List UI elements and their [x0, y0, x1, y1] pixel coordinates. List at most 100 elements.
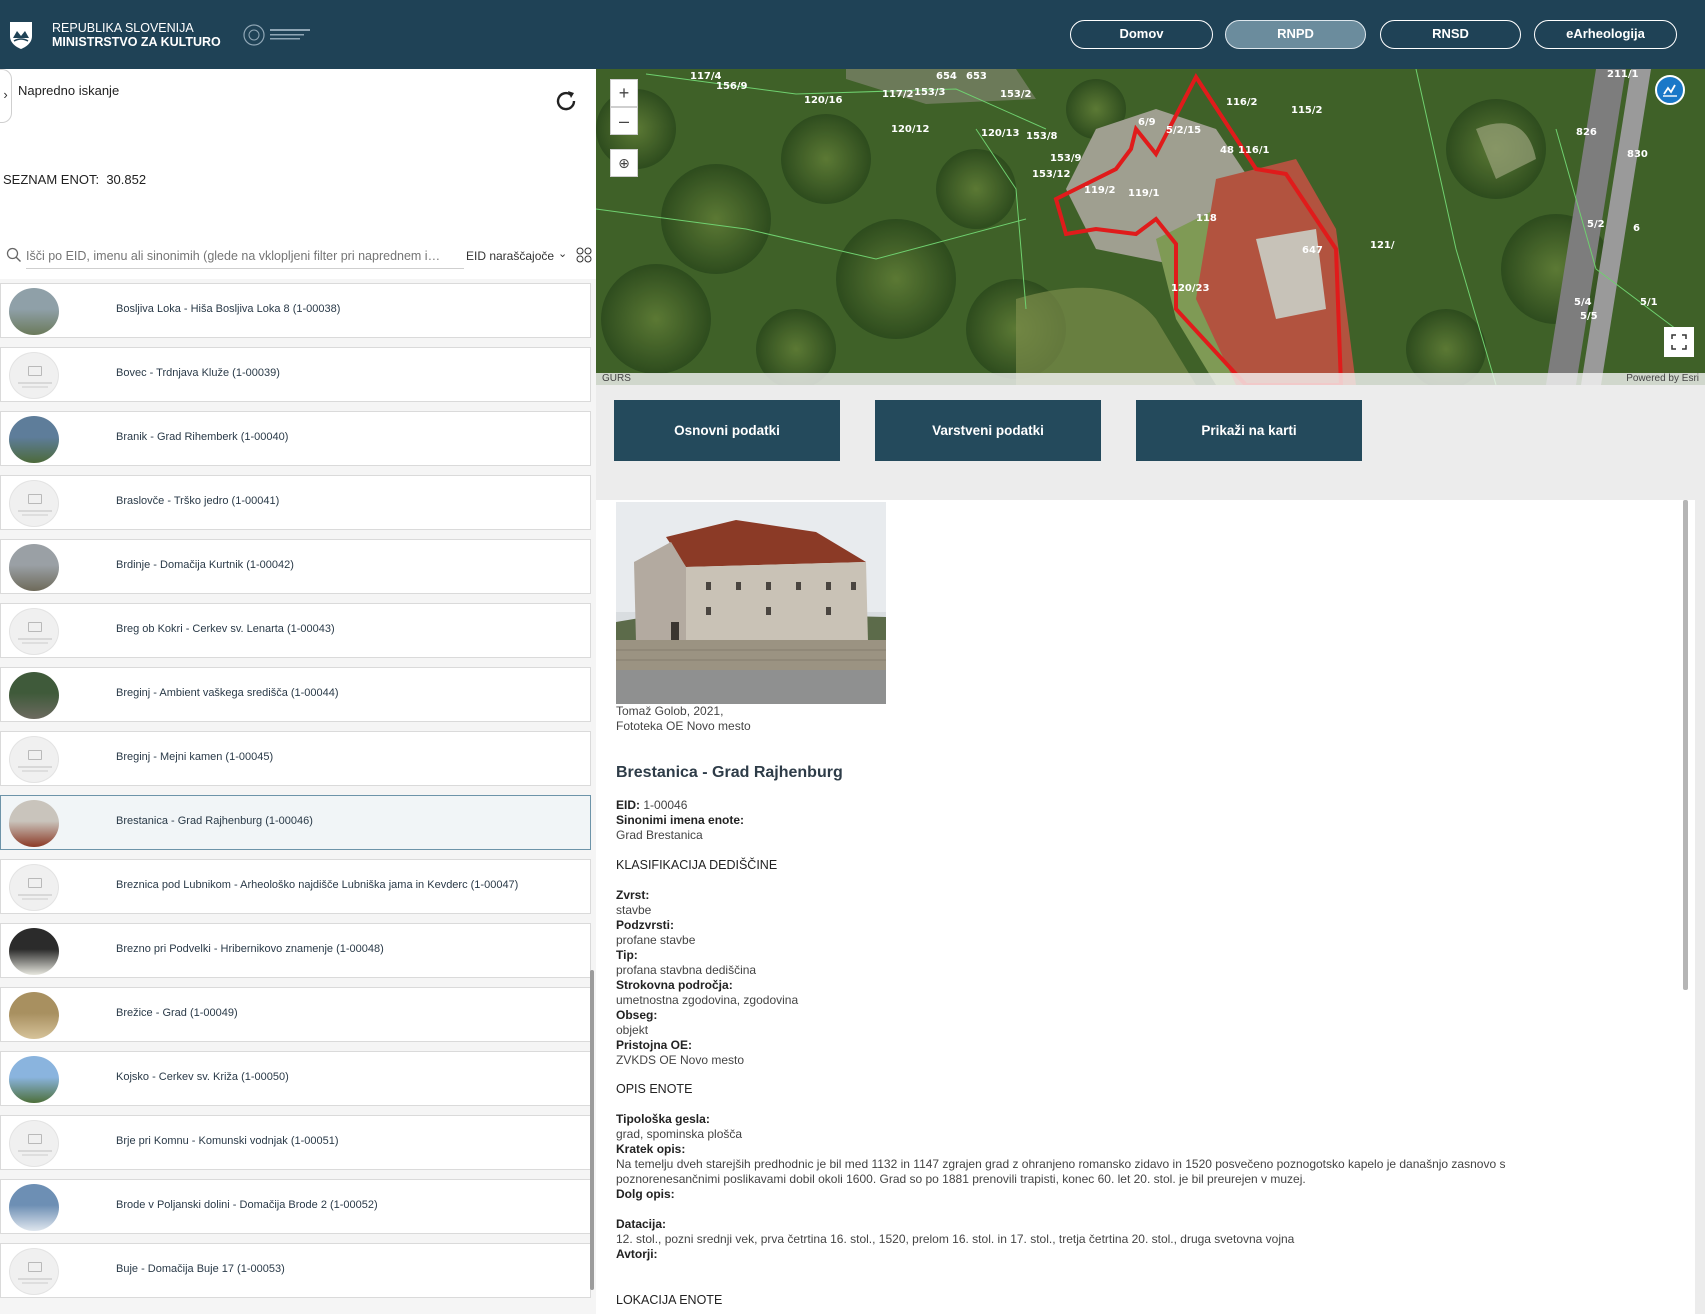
list-item[interactable]: Brežice - Grad (1-00049) [0, 987, 591, 1042]
section-classification: KLASIFIKACIJA DEDIŠČINE [616, 858, 778, 872]
list-item[interactable]: Breginj - Ambient vaškega središča (1-00… [0, 667, 591, 722]
parcel-label: 5/1 [1640, 297, 1658, 308]
podzvrsti-value: profane stavbe [616, 933, 696, 947]
list-item[interactable]: Buje - Domačija Buje 17 (1-00053) [0, 1243, 591, 1298]
parcel-label: 118 [1196, 213, 1217, 224]
expand-panel-button[interactable]: › [0, 69, 12, 123]
list-item[interactable]: Breg ob Kokri - Cerkev sv. Lenarta (1-00… [0, 603, 591, 658]
parcel-label: 153/3 [914, 87, 946, 98]
search-row: EID naraščajoče ⌄ [0, 237, 596, 277]
grid-view-icon[interactable] [576, 247, 592, 263]
search-input[interactable] [26, 243, 464, 269]
show-on-map-button[interactable]: Prikaži na karti [1136, 400, 1362, 461]
nav-rnpd[interactable]: RNPD [1225, 20, 1366, 49]
unit-thumbnail [9, 672, 59, 719]
image-placeholder-icon [9, 736, 59, 783]
list-item-label: Breg ob Kokri - Cerkev sv. Lenarta (1-00… [116, 623, 335, 635]
unit-count: SEZNAM ENOT: 30.852 [3, 172, 146, 187]
zvrst-label: Zvrst: [616, 888, 650, 902]
list-item[interactable]: Bosljiva Loka - Hiša Bosljiva Loka 8 (1-… [0, 283, 591, 338]
protection-data-button[interactable]: Varstveni podatki [875, 400, 1101, 461]
photo-caption: Tomaž Golob, 2021, Fototeka OE Novo mest… [616, 704, 751, 734]
refresh-icon[interactable] [552, 87, 580, 115]
unit-count-label: SEZNAM ENOT: [3, 172, 100, 187]
zoom-in-button[interactable]: + [610, 79, 638, 107]
list-item[interactable]: Brestanica - Grad Rajhenburg (1-00046) [0, 795, 591, 850]
list-item-label: Brdinje - Domačija Kurtnik (1-00042) [116, 559, 294, 571]
kratek-value-1: Na temelju dveh starejših predhodnic je … [616, 1157, 1506, 1171]
slovenia-coat-of-arms-icon [10, 22, 32, 49]
list-item[interactable]: Brode v Poljanski dolini - Domačija Brod… [0, 1179, 591, 1234]
map-attribution: GURS Powered by Esri [596, 373, 1705, 385]
locate-icon[interactable]: ⊕ [610, 149, 638, 177]
list-item[interactable]: Kojsko - Cerkev sv. Križa (1-00050) [0, 1051, 591, 1106]
satellite-map[interactable]: 117/4156/9120/16117/2 153/3654 653153/2116… [596, 69, 1705, 385]
nav-domov[interactable]: Domov [1070, 20, 1213, 49]
parcel-label: 5/2 [1587, 219, 1605, 230]
parcel-label: 153/8 [1026, 131, 1058, 142]
list-item-label: Brje pri Komnu - Komunski vodnjak (1-000… [116, 1135, 339, 1147]
section-description: OPIS ENOTE [616, 1082, 693, 1096]
search-icon [6, 247, 21, 262]
list-item[interactable]: Breginj - Mejni kamen (1-00045) [0, 731, 591, 786]
action-panel: Osnovni podatki Varstveni podatki Prikaž… [596, 385, 1705, 500]
advanced-search-title[interactable]: Napredno iskanje [18, 83, 119, 98]
identity-block: EID: 1-00046 Sinonimi imena enote: Grad … [616, 798, 744, 843]
ministry-name: REPUBLIKA SLOVENIJA MINISTRSTVO ZA KULTU… [52, 21, 221, 49]
detail-panel: Tomaž Golob, 2021, Fototeka OE Novo mest… [596, 500, 1695, 1314]
basemap-icon[interactable] [1655, 75, 1685, 105]
parcel-label: 5/4 [1574, 297, 1592, 308]
unit-thumbnail [9, 800, 59, 847]
nav-earheologija[interactable]: eArheologija [1534, 20, 1677, 49]
tip-label: Tip: [616, 948, 638, 962]
detail-scrollbar[interactable] [1683, 500, 1688, 990]
tipoloska-label: Tipološka gesla: [616, 1112, 710, 1126]
list-item[interactable]: Brje pri Komnu - Komunski vodnjak (1-000… [0, 1115, 591, 1170]
avtorji-label: Avtorji: [616, 1247, 658, 1261]
parcel-label: 120/13 [981, 128, 1019, 139]
image-placeholder-icon [9, 864, 59, 911]
chevron-down-icon[interactable]: ⌄ [558, 247, 567, 260]
list-item[interactable]: Breznica pod Lubnikom - Arheološko najdi… [0, 859, 591, 914]
caption-line-1: Tomaž Golob, 2021, [616, 704, 724, 718]
list-item[interactable]: Brdinje - Domačija Kurtnik (1-00042) [0, 539, 591, 594]
parcel-label: 153/9 [1050, 153, 1082, 164]
parcel-label: 120/12 [891, 124, 929, 135]
list-item[interactable]: Brezno pri Podvelki - Hribernikovo zname… [0, 923, 591, 978]
unit-photo[interactable] [616, 502, 886, 704]
caption-line-2: Fototeka OE Novo mesto [616, 719, 751, 733]
list-item-label: Braslovče - Trško jedro (1-00041) [116, 495, 280, 507]
zoom-out-button[interactable]: – [610, 107, 638, 135]
datacija-value: 12. stol., pozni srednji vek, prva četrt… [616, 1232, 1295, 1246]
gov-line-1: REPUBLIKA SLOVENIJA [52, 21, 194, 35]
synonyms-label: Sinonimi imena enote: [616, 813, 745, 827]
list-item[interactable]: Braslovče - Trško jedro (1-00041) [0, 475, 591, 530]
parcel-label: 156/9 [716, 81, 748, 92]
attribution-right[interactable]: Powered by Esri [1626, 373, 1699, 385]
parcel-label: 117/2 [882, 89, 914, 100]
classification-block: Zvrst: stavbe Podzvrsti: profane stavbe … [616, 888, 798, 1068]
podzvrsti-label: Podzvrsti: [616, 918, 675, 932]
list-item-label: Breginj - Ambient vaškega središča (1-00… [116, 687, 339, 699]
basic-data-button[interactable]: Osnovni podatki [614, 400, 840, 461]
nav-rnsd[interactable]: RNSD [1380, 20, 1521, 49]
fullscreen-icon[interactable] [1664, 327, 1694, 357]
description-block: Tipološka gesla: grad, spominska plošča … [616, 1112, 1505, 1262]
list-item[interactable]: Bovec - Trdnjava Kluže (1-00039) [0, 347, 591, 402]
parcel-label: 153/12 [1032, 169, 1070, 180]
list-scrollbar[interactable] [590, 970, 594, 1290]
tip-value: profana stavbna dediščina [616, 963, 757, 977]
left-panel: › Napredno iskanje SEZNAM ENOT: 30.852 E… [0, 69, 596, 1314]
synonyms-value: Grad Brestanica [616, 828, 703, 842]
list-item[interactable]: Branik - Grad Rihemberk (1-00040) [0, 411, 591, 466]
sort-select[interactable]: EID naraščajoče [466, 249, 554, 263]
parcel-label: 121/ [1370, 240, 1395, 251]
list-item-label: Breznica pod Lubnikom - Arheološko najdi… [116, 879, 519, 891]
map-view[interactable]: 117/4 156/9 120/16 117/2 153/3 654 653 153/2 116… [596, 69, 1705, 385]
parcel-label: 116/2 [1226, 97, 1258, 108]
pristojna-value: ZVKDS OE Novo mesto [616, 1053, 745, 1067]
top-bar: REPUBLIKA SLOVENIJA MINISTRSTVO ZA KULTU… [0, 0, 1705, 69]
parcel-label: 647 [1302, 245, 1323, 256]
parcel-label: 211/1 [1607, 69, 1639, 80]
image-placeholder-icon [9, 1248, 59, 1295]
